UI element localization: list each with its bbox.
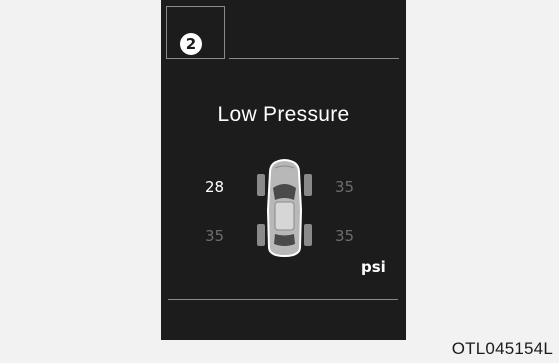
- top-divider: [229, 58, 399, 59]
- front-right-tire-icon: [304, 174, 312, 196]
- pressure-front-left: 28: [205, 178, 225, 196]
- tpms-display-panel: 2 Low Pressure 28 35 35 35 psi: [161, 0, 406, 340]
- rear-right-tire-icon: [304, 224, 312, 246]
- car-top-view-icon: [257, 158, 312, 258]
- pressure-front-right: 35: [335, 178, 355, 196]
- circled-number-icon: 2: [180, 33, 202, 55]
- image-code-caption: OTL045154L: [451, 339, 553, 358]
- pressure-unit: psi: [361, 258, 386, 276]
- mode-tab: 2: [166, 6, 225, 59]
- bottom-divider: [168, 299, 398, 300]
- front-left-tire-icon: [257, 174, 265, 196]
- rear-left-tire-icon: [257, 224, 265, 246]
- warning-title: Low Pressure: [217, 103, 350, 126]
- pressure-rear-right: 35: [335, 227, 355, 245]
- pressure-rear-left: 35: [205, 227, 225, 245]
